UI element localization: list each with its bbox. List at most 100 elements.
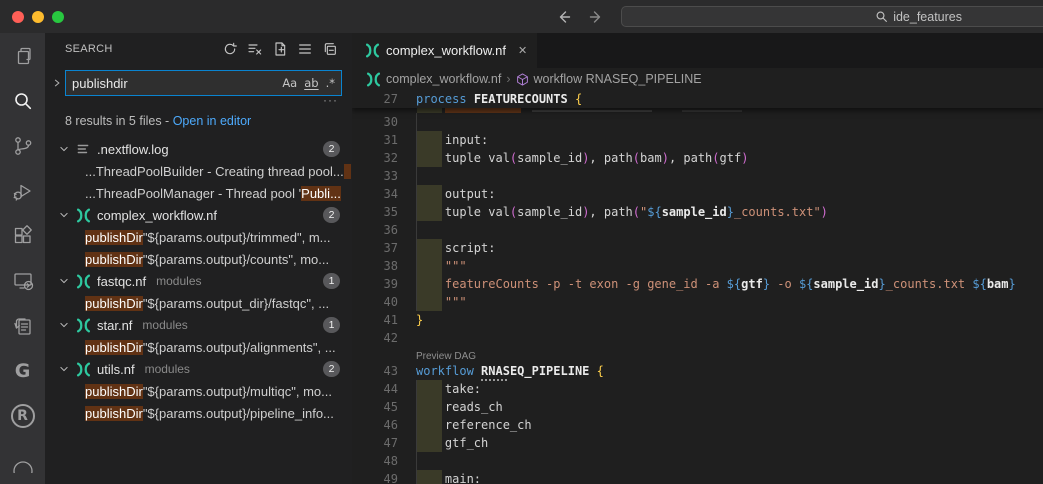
line-number: 33 xyxy=(352,167,398,185)
scope-band xyxy=(417,108,442,113)
chevron-down-icon xyxy=(57,210,71,220)
search-result-file[interactable]: complex_workflow.nf2 xyxy=(45,204,352,226)
code-token: _counts.txt" xyxy=(734,205,821,219)
code-token: input: xyxy=(416,133,488,147)
activity-item-r-extension[interactable]: R xyxy=(0,394,45,439)
regex-toggle[interactable]: .* xyxy=(326,76,335,90)
minimize-window-button[interactable] xyxy=(32,11,44,23)
match-case-toggle[interactable]: Aa xyxy=(282,76,297,90)
code-line: 47 gtf_ch xyxy=(352,434,1043,452)
view-as-list-icon[interactable] xyxy=(297,41,313,57)
search-result-file[interactable]: .nextflow.log2 xyxy=(45,138,352,160)
code-token: } xyxy=(763,277,770,291)
match-text: ...ThreadPoolBuilder - Creating thread p… xyxy=(85,164,344,179)
code-line: 30 xyxy=(352,113,1043,131)
search-result-match[interactable]: publishDir "${params.output}/trimmed", m… xyxy=(45,226,352,248)
match-highlight: publishDir xyxy=(85,406,143,421)
search-toggles: Aaab .* xyxy=(282,76,335,90)
toggle-replace-chevron-icon[interactable] xyxy=(49,78,65,88)
code-text: } xyxy=(416,311,423,329)
chevron-down-icon xyxy=(57,276,71,286)
activity-item-remote-explorer[interactable] xyxy=(0,258,45,303)
code-token: , path xyxy=(589,151,632,165)
new-search-editor-icon[interactable] xyxy=(272,41,288,57)
codelens-preview-dag[interactable]: Preview DAG xyxy=(416,351,476,362)
search-result-match[interactable]: ...ThreadPoolManager - Thread pool 'Publ… xyxy=(45,182,352,204)
code-token: reference_ch xyxy=(416,418,532,432)
search-result-match[interactable]: publishDir "${params.output}/alignments"… xyxy=(45,336,352,358)
code-line: 41} xyxy=(352,311,1043,329)
match-highlight: publishDir xyxy=(85,252,143,267)
command-center[interactable]: ide_features xyxy=(621,6,1043,27)
search-result-file[interactable]: utils.nfmodules2 xyxy=(45,358,352,380)
tab-complex-workflow[interactable]: complex_workflow.nf ✕ xyxy=(352,33,537,68)
close-window-button[interactable] xyxy=(12,11,24,23)
search-result-file[interactable]: fastqc.nfmodules1 xyxy=(45,270,352,292)
activity-item-run-and-debug[interactable] xyxy=(0,168,45,213)
activity-item-bottom-partial[interactable] xyxy=(0,439,45,484)
run-debug-icon xyxy=(11,179,35,203)
code-line: 35 tuple val(sample_id), path("${sample_… xyxy=(352,203,1043,221)
code-token: } xyxy=(416,313,423,327)
forward-arrow-icon[interactable] xyxy=(581,5,605,29)
window-controls xyxy=(12,11,64,23)
results-tree: .nextflow.log2 ...ThreadPoolBuilder - Cre… xyxy=(45,138,352,484)
code-token: process xyxy=(416,92,467,106)
close-tab-icon[interactable]: ✕ xyxy=(518,44,527,57)
code-line: 38 """ xyxy=(352,257,1043,275)
match-highlight: publishDir xyxy=(85,384,143,399)
results-count-text: 8 results in 5 files xyxy=(65,114,162,128)
code-token: ${ xyxy=(799,277,813,291)
breadcrumb-item[interactable]: complex_workflow.nf xyxy=(366,72,501,87)
activity-item-notebook[interactable] xyxy=(0,304,45,349)
clipped-text xyxy=(532,110,652,112)
clear-results-icon[interactable] xyxy=(247,41,263,57)
collapse-all-icon[interactable] xyxy=(322,41,338,57)
activity-item-extensions[interactable] xyxy=(0,213,45,258)
nextflow-icon xyxy=(366,72,381,87)
line-number: 30 xyxy=(352,113,398,131)
search-result-match[interactable]: publishDir "${params.output}/counts", mo… xyxy=(45,248,352,270)
nextflow-icon xyxy=(75,273,91,289)
file-description: modules xyxy=(156,274,201,288)
extensions-icon xyxy=(11,224,35,248)
line-number: 39 xyxy=(352,275,398,293)
maximize-window-button[interactable] xyxy=(52,11,64,23)
code-token: main: xyxy=(416,472,481,484)
code-token xyxy=(568,92,575,106)
breadcrumb-item[interactable]: workflow RNASEQ_PIPELINE xyxy=(516,72,702,86)
summary-separator: - xyxy=(162,114,173,128)
search-result-match[interactable]: publishDir "${params.output}/pipeline_in… xyxy=(45,402,352,424)
result-count-badge: 1 xyxy=(323,273,340,289)
back-arrow-icon[interactable] xyxy=(553,5,577,29)
search-box: Aaab .* xyxy=(65,70,342,96)
code-token: tuple val xyxy=(416,205,510,219)
sticky-scroll-line: 27process FEATURECOUNTS { xyxy=(352,90,1043,108)
activity-item-explorer[interactable] xyxy=(0,33,45,78)
whole-word-toggle[interactable]: ab xyxy=(304,76,318,90)
code-token: script: xyxy=(416,241,495,255)
search-result-match[interactable]: publishDir "${params.output}/multiqc", m… xyxy=(45,380,352,402)
titlebar: ide_features xyxy=(0,0,1043,33)
activity-item-source-control[interactable] xyxy=(0,123,45,168)
search-input[interactable] xyxy=(66,76,282,91)
code-token: FEATURECOUNTS xyxy=(474,92,568,106)
code-token: RNAS xyxy=(481,364,510,378)
code-token xyxy=(467,92,474,106)
activity-item-search[interactable] xyxy=(0,78,45,123)
code-area[interactable]: 27process FEATURECOUNTS {3031 input:32 t… xyxy=(352,90,1043,484)
chevron-down-icon xyxy=(57,144,71,154)
search-result-file[interactable]: star.nfmodules1 xyxy=(45,314,352,336)
code-token: ) xyxy=(662,151,669,165)
search-result-match[interactable]: publishDir "${params.output_dir}/fastqc"… xyxy=(45,292,352,314)
code-token: output: xyxy=(416,187,495,201)
line-number: 27 xyxy=(352,90,398,108)
file-name: star.nf xyxy=(97,318,132,333)
refresh-icon[interactable] xyxy=(222,41,238,57)
code-token: _counts.txt xyxy=(886,277,973,291)
toggle-search-details-button[interactable]: ··· xyxy=(323,96,338,108)
open-in-editor-link[interactable]: Open in editor xyxy=(173,114,252,128)
activity-item-gitlens[interactable]: G xyxy=(0,349,45,394)
code-line: 36 xyxy=(352,221,1043,239)
search-result-match[interactable]: ...ThreadPoolBuilder - Creating thread p… xyxy=(45,160,352,182)
